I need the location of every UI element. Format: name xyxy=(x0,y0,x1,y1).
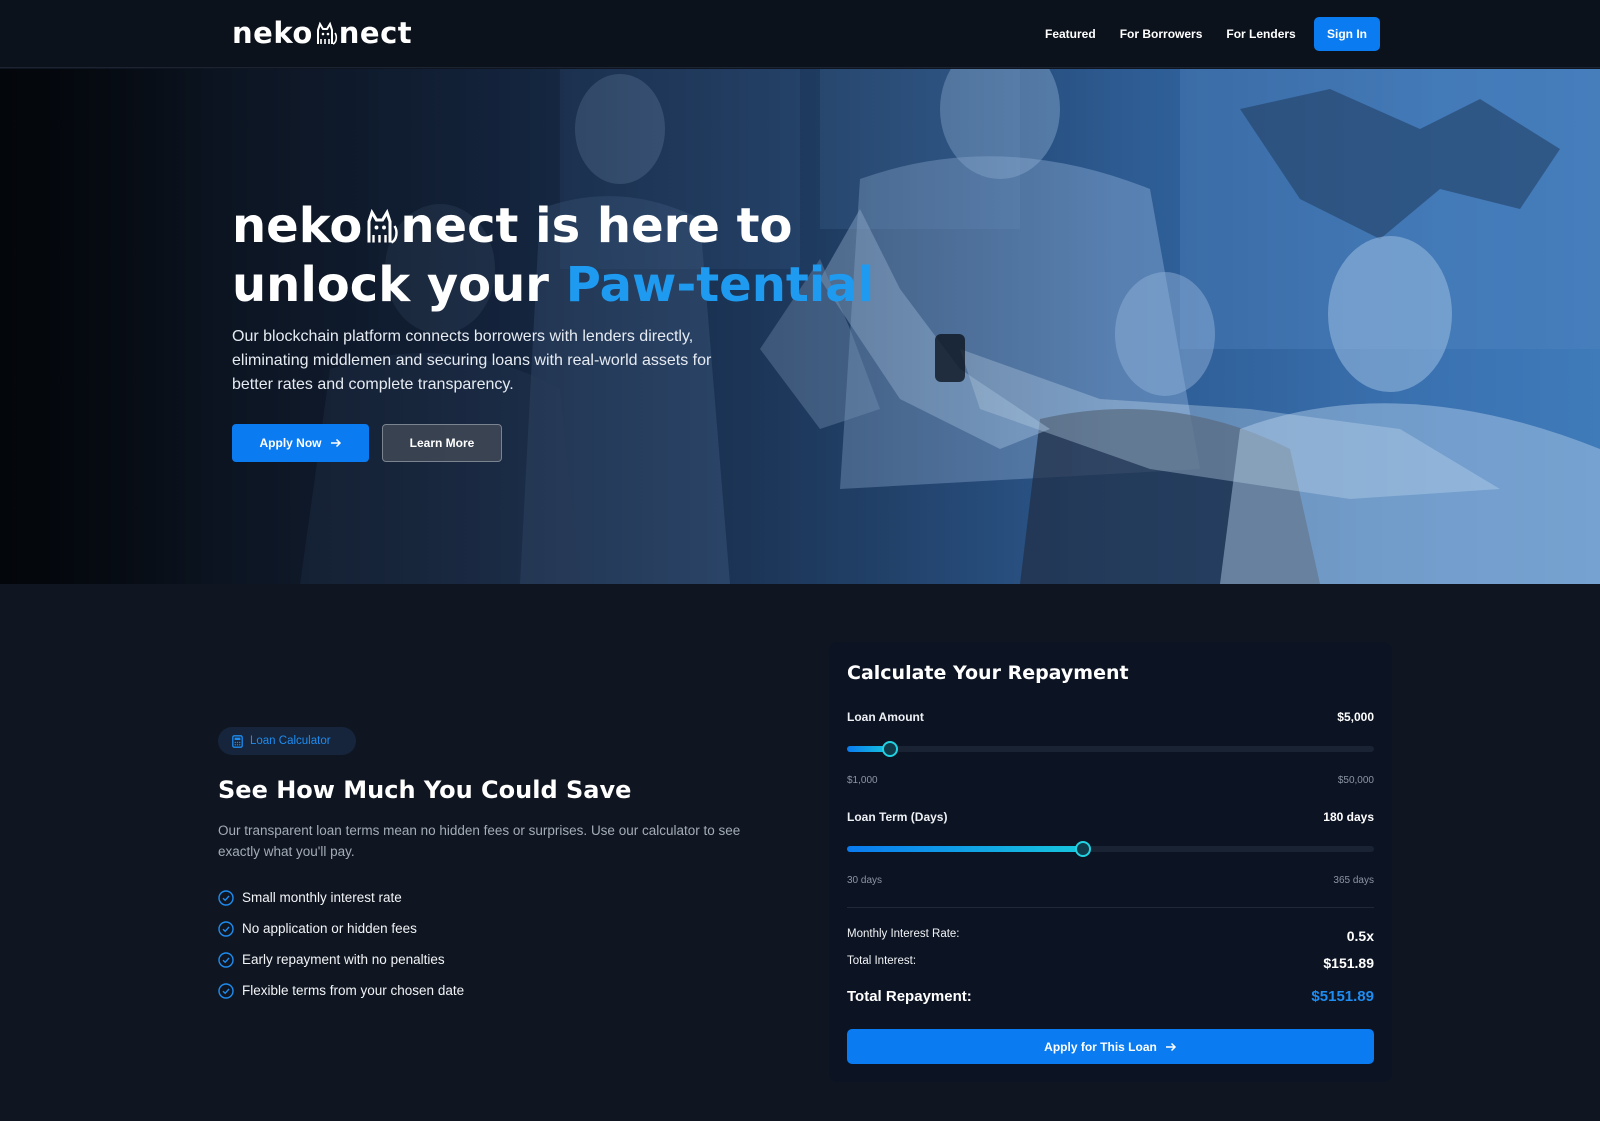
loan-amount-min: $1,000 xyxy=(847,775,878,786)
logo-text-left: neko xyxy=(232,16,313,50)
top-navbar: neko nect Featured For Borrowers For Len… xyxy=(0,0,1600,68)
sign-in-button[interactable]: Sign In xyxy=(1314,17,1380,51)
loan-term-min: 30 days xyxy=(847,875,883,886)
repayment-calculator-card: Calculate Your Repayment Loan Amount $5,… xyxy=(829,642,1392,1082)
loan-amount-max: $50,000 xyxy=(1337,775,1374,786)
hero-section: neko nect is here to unlock your Paw-ten… xyxy=(0,69,1600,584)
feature-label: Flexible terms from your chosen date xyxy=(242,983,465,998)
hero-title-part2: nect is here to xyxy=(400,198,793,254)
savings-description: Our transparent loan terms mean no hidde… xyxy=(218,823,741,859)
apply-for-loan-button[interactable]: Apply for This Loan xyxy=(847,1029,1374,1064)
check-circle-icon xyxy=(218,889,234,906)
check-circle-icon xyxy=(218,951,234,968)
loan-amount-value: $5,000 xyxy=(1337,710,1374,724)
cat-logo-icon xyxy=(316,21,337,45)
nav-link-for-lenders[interactable]: For Lenders xyxy=(1226,27,1295,41)
apply-for-loan-label: Apply for This Loan xyxy=(1044,1039,1157,1054)
loan-calculator-badge: Loan Calculator xyxy=(218,727,356,755)
logo-text-right: nect xyxy=(338,16,413,50)
arrow-right-icon xyxy=(330,438,341,448)
loan-term-value: 180 days xyxy=(1323,810,1374,824)
cat-icon xyxy=(367,208,398,244)
loan-amount-label: Loan Amount xyxy=(847,710,924,724)
total-interest-value: $151.89 xyxy=(1323,955,1374,971)
feature-label: Early repayment with no penalties xyxy=(242,952,445,967)
loan-term-slider-thumb[interactable] xyxy=(1075,841,1092,857)
hero-title-line2: unlock your xyxy=(232,257,566,313)
badge-label: Loan Calculator xyxy=(250,735,331,747)
loan-amount-slider-thumb[interactable] xyxy=(882,741,899,757)
loan-term-label: Loan Term (Days) xyxy=(847,810,948,824)
interest-rate-label: Monthly Interest Rate: xyxy=(847,928,960,940)
savings-heading: See How Much You Could Save xyxy=(218,776,632,804)
nav-links: Featured For Borrowers For Lenders xyxy=(1045,27,1296,41)
calculator-title: Calculate Your Repayment xyxy=(847,662,1129,684)
arrow-right-icon xyxy=(1165,1042,1176,1051)
check-circle-icon xyxy=(218,920,234,937)
hero-heading: neko nect is here to unlock your Paw-ten… xyxy=(232,197,874,315)
hero-title-accent: Paw-tential xyxy=(565,257,875,313)
calculator-icon xyxy=(232,734,243,748)
feature-list: Small monthly interest rate No applicati… xyxy=(218,882,464,1006)
total-interest-label: Total Interest: xyxy=(847,955,917,967)
hero-description: Our blockchain platform connects borrowe… xyxy=(232,328,712,393)
feature-item: No application or hidden fees xyxy=(218,913,464,944)
feature-label: Small monthly interest rate xyxy=(242,890,402,905)
apply-now-button[interactable]: Apply Now xyxy=(232,424,369,462)
hero-title-part1: neko xyxy=(232,198,363,254)
total-repayment-value: $5151.89 xyxy=(1311,988,1374,1005)
apply-now-label: Apply Now xyxy=(259,436,322,450)
interest-rate-value: 0.5x xyxy=(1346,928,1374,944)
check-circle-icon xyxy=(218,982,234,999)
feature-item: Small monthly interest rate xyxy=(218,882,464,913)
loan-term-max: 365 days xyxy=(1333,875,1374,886)
feature-item: Flexible terms from your chosen date xyxy=(218,975,464,1006)
feature-label: No application or hidden fees xyxy=(242,921,417,936)
loan-term-slider[interactable] xyxy=(847,841,1374,857)
total-repayment-label: Total Repayment: xyxy=(847,988,972,1005)
summary-divider xyxy=(847,907,1374,908)
brand-logo[interactable]: neko nect xyxy=(232,16,412,50)
learn-more-button[interactable]: Learn More xyxy=(382,424,502,462)
feature-item: Early repayment with no penalties xyxy=(218,944,464,975)
nav-link-featured[interactable]: Featured xyxy=(1045,27,1096,41)
nav-link-for-borrowers[interactable]: For Borrowers xyxy=(1120,27,1203,41)
loan-amount-slider[interactable] xyxy=(847,741,1374,757)
loan-term-slider-fill xyxy=(847,846,1084,852)
